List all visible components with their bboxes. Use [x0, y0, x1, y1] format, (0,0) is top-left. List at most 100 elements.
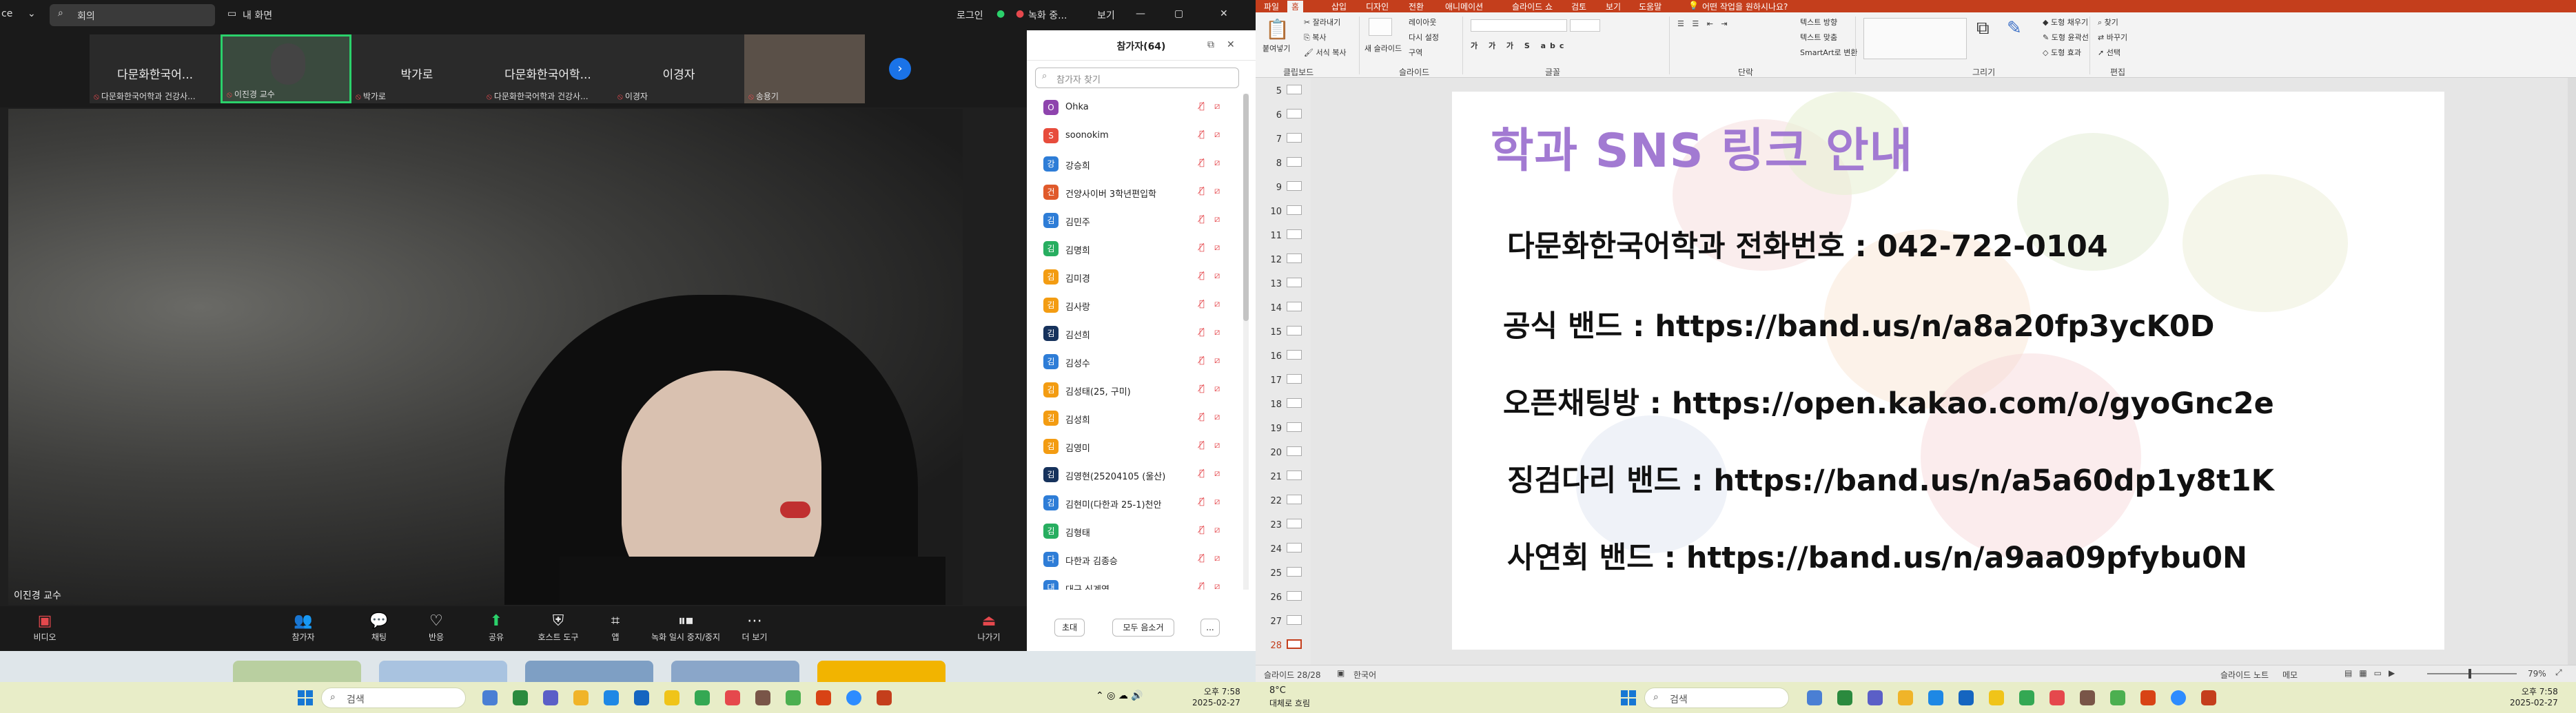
align-text-button[interactable]: 텍스트 맞춤	[1800, 32, 1837, 43]
chrome-icon[interactable]	[695, 690, 710, 705]
camera-off-icon[interactable]: ⧄	[1214, 412, 1220, 422]
powerpoint-app-icon[interactable]	[2201, 690, 2216, 705]
reset-button[interactable]: 다시 설정	[1409, 32, 1439, 43]
participant-row[interactable]: 김 김현미(다한과 25-1)천안 🎙̸ ⧄	[1027, 489, 1247, 517]
explorer-icon[interactable]	[573, 690, 589, 705]
participant-row[interactable]: O Ohka 🎙̸ ⧄	[1027, 94, 1247, 122]
view-icon[interactable]: ▭	[227, 8, 236, 19]
app-icon[interactable]	[816, 690, 831, 705]
tab-help[interactable]: 도움말	[1639, 1, 1662, 12]
mic-muted-icon[interactable]: 🎙̸	[1199, 355, 1205, 366]
mic-muted-icon[interactable]: 🎙̸	[1199, 525, 1205, 535]
video-tile[interactable]: 송용기	[744, 34, 865, 103]
more-button[interactable]: ⋯ 더 보기	[730, 612, 779, 643]
close-icon[interactable]: ✕	[1227, 39, 1235, 50]
recording-button[interactable]: ⏸⏹ 녹화 일시 중지/중지	[651, 612, 720, 643]
accessibility-icon[interactable]: ▣	[1337, 668, 1345, 678]
slide-thumbnail[interactable]: 12	[1256, 248, 1311, 272]
font-size-box[interactable]	[1570, 19, 1600, 32]
close-icon[interactable]: ✕	[1220, 8, 1228, 19]
explorer-icon[interactable]	[1898, 690, 1913, 705]
minimize-icon[interactable]: —	[1136, 8, 1145, 19]
video-tile-active[interactable]: 이진경 교수	[221, 34, 351, 103]
taskbar-search[interactable]: ⌕ 검색	[321, 688, 466, 708]
tray-icons[interactable]: ⌃ ◎ ☁ 🔊	[1096, 690, 1143, 701]
slide-thumbnail[interactable]: 26	[1256, 586, 1311, 610]
camera-off-icon[interactable]: ⧄	[1214, 299, 1220, 309]
notes-button[interactable]: 슬라이드 노트	[2220, 669, 2269, 681]
mic-muted-icon[interactable]: 🎙̸	[1199, 101, 1205, 112]
language-label[interactable]: 한국어	[1353, 669, 1376, 681]
view-buttons[interactable]: ▤▦▭▶	[2344, 668, 2402, 678]
app-icon[interactable]	[786, 690, 801, 705]
slide-line-stepping-band[interactable]: 징검다리 밴드 : https://band.us/n/a5a60dp1y8t1…	[1507, 457, 2274, 499]
tab-slideshow[interactable]: 슬라이드 쇼	[1512, 1, 1553, 12]
tab-file[interactable]: 파일	[1264, 1, 1279, 12]
slide-thumbnail[interactable]: 16	[1256, 344, 1311, 369]
quick-styles-icon[interactable]: ✎	[2007, 18, 2022, 39]
canvas-scrollbar[interactable]	[2568, 78, 2576, 665]
slide-thumbnail[interactable]: 17	[1256, 369, 1311, 393]
maximize-icon[interactable]: ▢	[1174, 8, 1183, 19]
weather-temp[interactable]: 8°C	[1269, 685, 1286, 696]
participant-row[interactable]: Ssoonokim 🎙̸ ⧄	[1027, 122, 1247, 150]
camera-off-icon[interactable]: ⧄	[1214, 384, 1220, 394]
comments-button[interactable]: 메모	[2282, 669, 2298, 681]
participant-row[interactable]: 김 김선희 🎙̸ ⧄	[1027, 320, 1247, 348]
kakao-icon[interactable]	[1989, 690, 2004, 705]
arrange-icon[interactable]: ⧉	[1976, 18, 1990, 39]
mic-muted-icon[interactable]: 🎙̸	[1199, 581, 1205, 590]
participant-row[interactable]: 김 김성태(25, 구미) 🎙̸ ⧄	[1027, 376, 1247, 404]
text-direction-button[interactable]: 텍스트 방향	[1800, 17, 1837, 28]
share-button[interactable]: ⬆ 공유	[472, 612, 520, 643]
tab-design[interactable]: 디자인	[1366, 1, 1389, 12]
invite-button[interactable]: 초대	[1054, 619, 1085, 637]
slide-thumbnail[interactable]: 11	[1256, 224, 1311, 248]
list-buttons[interactable]: ☰ ☰ ⇤ ⇥	[1677, 19, 1730, 28]
taskbar-clock[interactable]: 오후 7:58 2025-02-27	[2510, 686, 2558, 708]
section-button[interactable]: 구역	[1409, 47, 1422, 58]
camera-off-icon[interactable]: ⧄	[1214, 271, 1220, 281]
slide-thumbnail[interactable]: 23	[1256, 513, 1311, 537]
participant-row[interactable]: 김 김명희 🎙̸ ⧄	[1027, 235, 1247, 263]
layout-button[interactable]: 레이아웃	[1409, 17, 1436, 28]
camera-off-icon[interactable]: ⧄	[1214, 242, 1220, 253]
zoom-slider[interactable]	[2427, 673, 2517, 674]
participant-row[interactable]: 김 김영미 🎙̸ ⧄	[1027, 433, 1247, 461]
slide-thumbnail[interactable]: 20	[1256, 441, 1311, 465]
teams-icon[interactable]	[1868, 690, 1883, 705]
paste-button[interactable]: 붙여넣기	[1263, 43, 1290, 54]
mic-muted-icon[interactable]: 🎙̸	[1199, 299, 1205, 309]
slide[interactable]: 학과 SNS 링크 안내 다문화한국어학과 전화번호 : 042-722-010…	[1452, 92, 2444, 650]
participant-scrollbar[interactable]	[1243, 94, 1249, 590]
find-button[interactable]: ⌕ 찾기	[2098, 17, 2118, 28]
slide-thumbnail[interactable]: 27	[1256, 610, 1311, 634]
slide-line-association-band[interactable]: 사연회 밴드 : https://band.us/n/a9aa09pfybu0N	[1507, 534, 2247, 577]
replace-button[interactable]: ⇄ 바꾸기	[2098, 32, 2127, 43]
camera-off-icon[interactable]: ⧄	[1214, 525, 1220, 535]
app-icon[interactable]	[2140, 690, 2156, 705]
camera-off-icon[interactable]: ⧄	[1214, 581, 1220, 590]
camera-off-icon[interactable]: ⧄	[1214, 327, 1220, 338]
participant-row[interactable]: 김 김민주 🎙̸ ⧄	[1027, 207, 1247, 235]
slide-thumbnail[interactable]: 28	[1256, 634, 1311, 658]
app-icon[interactable]	[2049, 690, 2065, 705]
powerpoint-app-icon[interactable]	[877, 690, 892, 705]
host-tools-button[interactable]: ⛨ 호스트 도구	[534, 612, 582, 643]
slide-thumbnail[interactable]: 13	[1256, 272, 1311, 296]
edge-browser-icon[interactable]	[604, 690, 619, 705]
more-options-button[interactable]: ...	[1200, 619, 1220, 637]
participant-row[interactable]: 건 건양사이버 3학년편입학 🎙̸ ⧄	[1027, 178, 1247, 207]
kakao-icon[interactable]	[664, 690, 679, 705]
participant-row[interactable]: 김 김형태 🎙̸ ⧄	[1027, 517, 1247, 546]
slide-thumbnail[interactable]: 19	[1256, 417, 1311, 441]
taskview-icon[interactable]	[1807, 690, 1822, 705]
mic-muted-icon[interactable]: 🎙̸	[1199, 242, 1205, 253]
camera-off-icon[interactable]: ⧄	[1214, 130, 1220, 140]
slide-line-open-chat[interactable]: 오픈채팅방 : https://open.kakao.com/o/gyoGnc2…	[1503, 380, 2274, 422]
slide-thumbnail[interactable]: 5	[1256, 79, 1311, 103]
slide-thumbnail[interactable]: 18	[1256, 393, 1311, 417]
participant-row[interactable]: 김 김영현(25204105 (울산) 🎙̸ ⧄	[1027, 461, 1247, 489]
camera-off-icon[interactable]: ⧄	[1214, 101, 1220, 112]
edge-browser-icon[interactable]	[1928, 690, 1943, 705]
